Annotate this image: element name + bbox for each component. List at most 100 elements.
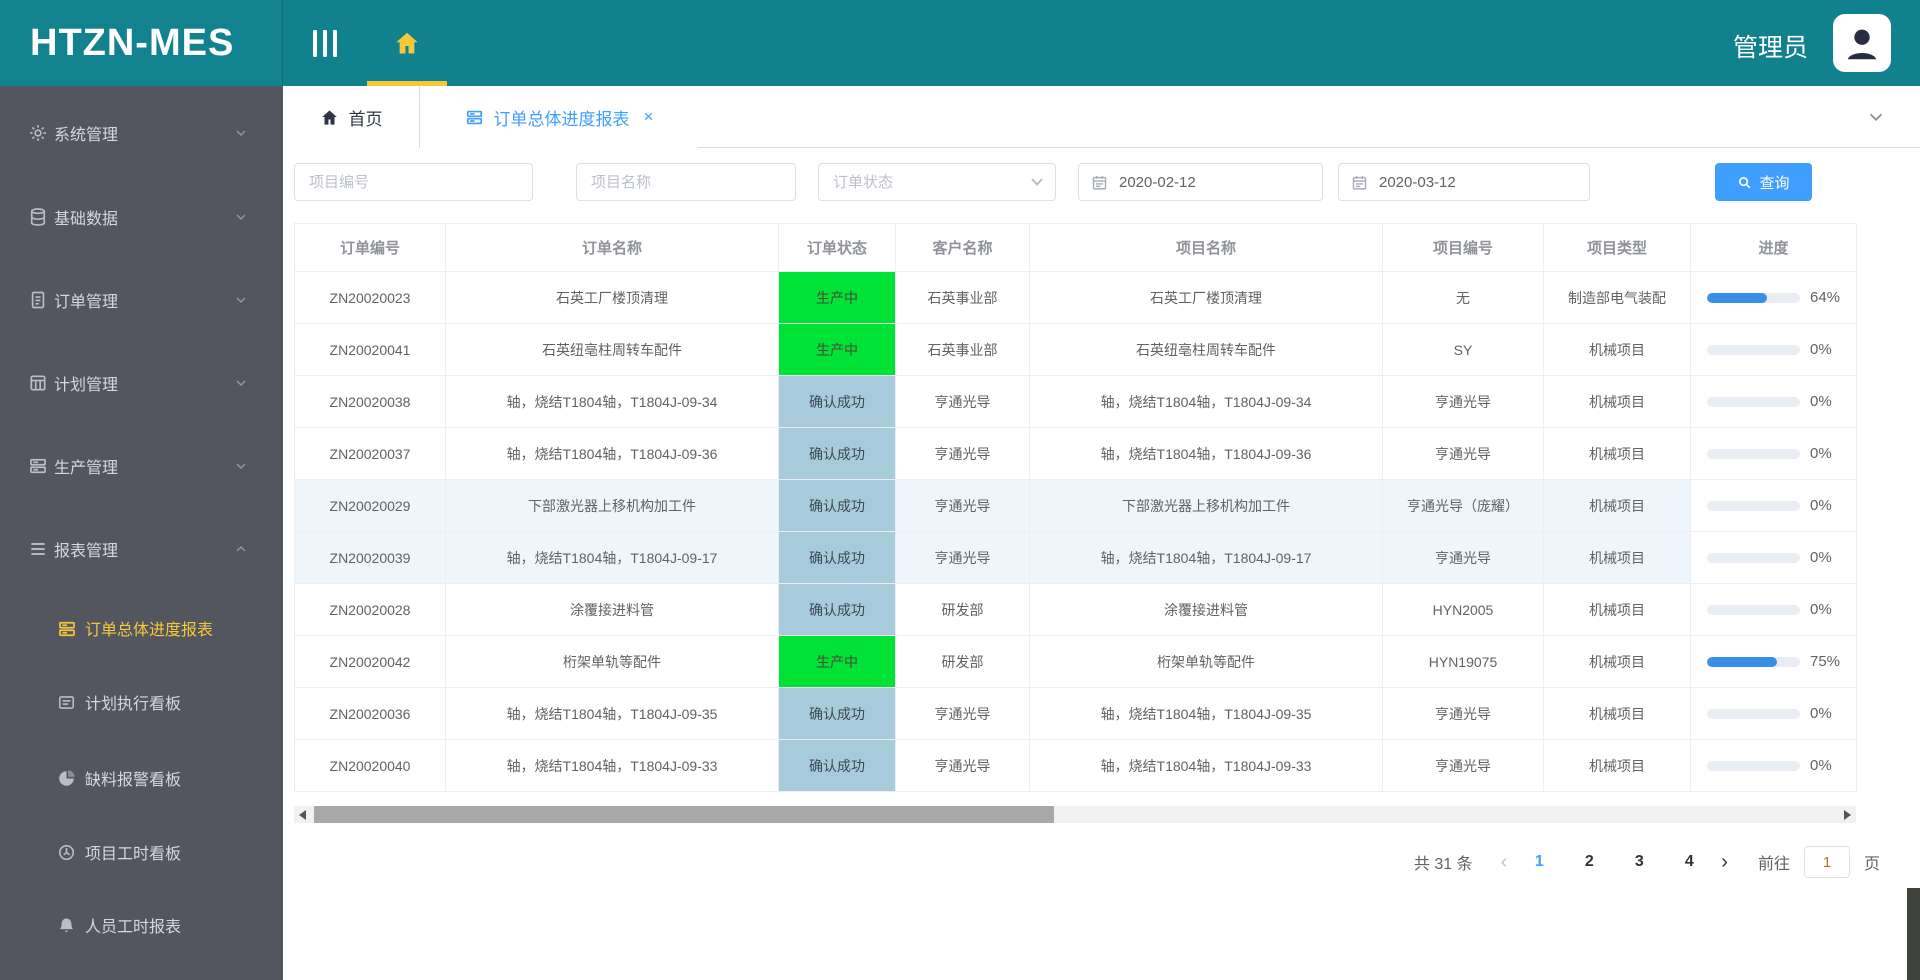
board-icon — [57, 693, 76, 712]
search-button[interactable]: 查询 — [1715, 163, 1812, 201]
app-logo: HTZN-MES — [30, 21, 235, 64]
prev-page-button[interactable]: ‹ — [1497, 851, 1512, 874]
table-row[interactable]: ZN20020038 轴，烧结T1804轴，T1804J-09-34 确认成功 亨通光… — [294, 375, 1857, 428]
sidebar-subitem-plan-execution-board[interactable]: 计划执行看板 — [0, 682, 283, 722]
progress-bar — [1707, 292, 1800, 303]
sidebar-collapse-button[interactable] — [313, 30, 347, 57]
table-row[interactable]: ZN20020039 轴，烧结T1804轴，T1804J-09-17 确认成功 亨通光… — [294, 531, 1857, 584]
cell-order-no: ZN20020039 — [294, 531, 446, 584]
table-row[interactable]: ZN20020040 轴，烧结T1804轴，T1804J-09-33 确认成功 亨通光… — [294, 739, 1857, 792]
column-header: 订单状态 — [778, 223, 896, 272]
home-icon — [320, 108, 339, 127]
order-status-select[interactable] — [818, 163, 1056, 201]
cell-progress: 0% — [1690, 479, 1857, 532]
sidebar-item-report-management[interactable]: 报表管理 — [0, 529, 283, 569]
horizontal-scrollbar[interactable] — [294, 806, 1856, 823]
sidebar-item-base-data[interactable]: 基础数据 — [0, 197, 283, 237]
chevron-down-icon — [233, 458, 249, 474]
column-header: 订单编号 — [294, 223, 446, 272]
sidebar-subitem-project-hours-board[interactable]: 项目工时看板 — [0, 832, 283, 872]
date-to-input[interactable] — [1338, 163, 1590, 201]
page-number[interactable]: 1 — [1525, 853, 1553, 871]
sidebar-item-label: 订单管理 — [54, 294, 119, 311]
project-name-input[interactable] — [576, 163, 796, 201]
user-avatar[interactable] — [1833, 14, 1891, 72]
sidebar-subitem-personnel-hours-report[interactable]: 人员工时报表 — [0, 905, 283, 945]
grid-icon — [28, 373, 48, 393]
cell-project-type: 机械项目 — [1543, 323, 1691, 376]
progress-label: 0% — [1810, 549, 1832, 566]
table-row[interactable]: ZN20020023 石英工厂楼顶清理 生产中 石英事业部 石英工厂楼顶清理无制造部电气… — [294, 271, 1857, 324]
table-row[interactable]: ZN20020041 石英纽亳柱周转车配件 生产中 石英事业部 石英纽亳柱周转车配件 SY… — [294, 323, 1857, 376]
tab-label: 首页 — [348, 109, 383, 129]
sidebar-subitem-material-shortage-alarm-board[interactable]: 缺料报警看板 — [0, 758, 283, 798]
cell-project-code: HYN2005 — [1382, 583, 1544, 636]
cell-project-type: 机械项目 — [1543, 583, 1691, 636]
scroll-left-arrow-icon[interactable] — [294, 806, 311, 823]
horizontal-scrollbar-thumb[interactable] — [314, 806, 1054, 823]
page-number[interactable]: 4 — [1675, 853, 1703, 871]
header-home-button[interactable] — [385, 24, 429, 62]
user-name: 管理员 — [1733, 34, 1809, 62]
cell-project-code: HYN19075 — [1382, 635, 1544, 688]
tab-order-progress-report[interactable]: 订单总体进度报表 × — [420, 86, 698, 148]
cell-progress: 0% — [1690, 739, 1857, 792]
close-icon[interactable]: × — [644, 107, 654, 127]
cell-project-name: 桁架单轨等配件 — [1029, 635, 1383, 688]
sidebar-subitem-order-overall-progress-report[interactable]: 订单总体进度报表 — [0, 608, 283, 648]
status-badge: 生产中 — [778, 635, 896, 688]
scroll-right-arrow-icon[interactable] — [1839, 806, 1856, 823]
cell-progress: 0% — [1690, 687, 1857, 740]
page-number[interactable]: 3 — [1625, 853, 1653, 871]
tab-label: 订单总体进度报表 — [493, 109, 630, 129]
cell-project-type: 机械项目 — [1543, 531, 1691, 584]
page-number[interactable]: 2 — [1575, 853, 1603, 871]
table-row[interactable]: ZN20020029 下部激光器上移机构加工件 确认成功 亨通光导 下部激光器上移机构加… — [294, 479, 1857, 532]
progress-label: 0% — [1810, 393, 1832, 410]
progress-label: 0% — [1810, 705, 1832, 722]
sidebar-item-production-management[interactable]: 生产管理 — [0, 446, 283, 486]
search-icon — [1737, 175, 1752, 190]
vertical-scrollbar-thumb[interactable] — [1907, 888, 1920, 980]
tabbar-chevron-down-icon[interactable] — [1865, 106, 1887, 128]
column-header: 进度 — [1690, 223, 1857, 272]
cell-customer: 石英事业部 — [895, 323, 1030, 376]
progress-bar — [1707, 448, 1800, 459]
cell-order-name: 轴，烧结T1804轴，T1804J-09-35 — [445, 687, 779, 740]
page-number-list: 1 2 3 4 — [1525, 853, 1703, 871]
chevron-down-icon — [233, 292, 249, 308]
table-row[interactable]: ZN20020036 轴，烧结T1804轴，T1804J-09-35 确认成功 亨通光… — [294, 687, 1857, 740]
cell-project-code: SY — [1382, 323, 1544, 376]
tab-home[interactable]: 首页 — [283, 86, 420, 148]
tab-bar: 首页 订单总体进度报表 × — [283, 86, 1920, 148]
status-badge: 生产中 — [778, 323, 896, 376]
column-header: 项目名称 — [1029, 223, 1383, 272]
sidebar-item-order-management[interactable]: 订单管理 — [0, 280, 283, 320]
cell-customer: 亨通光导 — [895, 687, 1030, 740]
progress-label: 0% — [1810, 445, 1832, 462]
table-row[interactable]: ZN20020037 轴，烧结T1804轴，T1804J-09-36 确认成功 亨通光… — [294, 427, 1857, 480]
chevron-up-icon — [233, 541, 249, 557]
cell-project-code: 亨通光导 — [1382, 427, 1544, 480]
table-row[interactable]: ZN20020042 桁架单轨等配件 生产中 研发部 桁架单轨等配件 HYN19075 机械… — [294, 635, 1857, 688]
sidebar-item-plan-management[interactable]: 计划管理 — [0, 363, 283, 403]
table-row[interactable]: ZN20020028 涂覆接进料管 确认成功 研发部 涂覆接进料管 HYN2005 机械项目… — [294, 583, 1857, 636]
progress-label: 0% — [1810, 497, 1832, 514]
cell-order-no: ZN20020028 — [294, 583, 446, 636]
next-page-button[interactable]: › — [1717, 851, 1732, 874]
cell-project-type: 机械项目 — [1543, 375, 1691, 428]
progress-bar — [1707, 500, 1800, 511]
cell-order-name: 石英工厂楼顶清理 — [445, 271, 779, 324]
sidebar-subitem-label: 人员工时报表 — [85, 919, 182, 936]
column-header: 订单名称 — [445, 223, 779, 272]
sidebar: 系统管理基础数据订单管理计划管理生产管理报表管理订单总体进度报表计划执行看板缺料… — [0, 86, 283, 980]
sidebar-item-system-management[interactable]: 系统管理 — [0, 113, 283, 153]
sidebar-subitem-label: 计划执行看板 — [85, 696, 182, 713]
goto-page-input[interactable] — [1803, 846, 1850, 878]
cell-order-no: ZN20020029 — [294, 479, 446, 532]
project-code-input[interactable] — [294, 163, 533, 201]
cell-customer: 研发部 — [895, 635, 1030, 688]
date-from-input[interactable] — [1078, 163, 1323, 201]
cell-progress: 0% — [1690, 323, 1857, 376]
cell-project-type: 机械项目 — [1543, 687, 1691, 740]
